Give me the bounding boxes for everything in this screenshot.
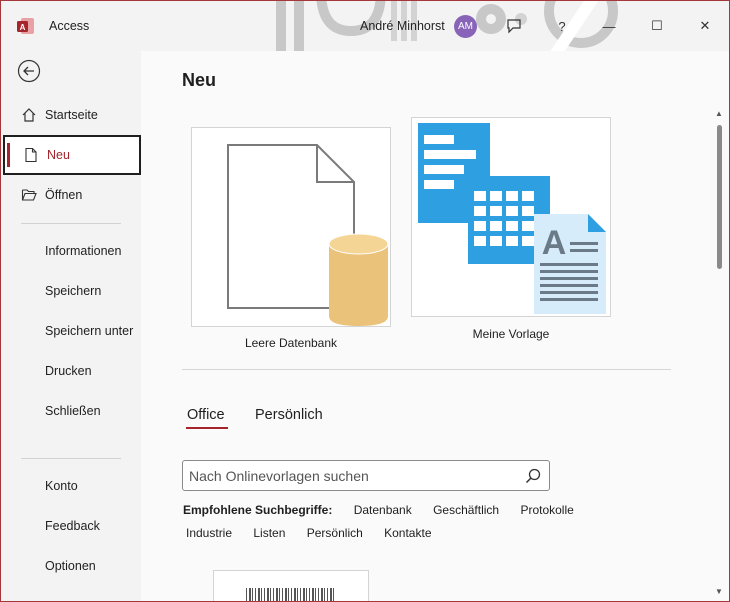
minimize-button[interactable]: —: [598, 15, 620, 37]
title-bar: A Access André Minhorst AM ? — ☐ ✕: [1, 1, 729, 51]
search-input[interactable]: [189, 467, 519, 485]
feedback-button[interactable]: [503, 15, 525, 37]
user-name[interactable]: André Minhorst: [360, 19, 445, 33]
template-card-my-template[interactable]: A: [411, 117, 611, 317]
sidebar-divider: [21, 223, 121, 224]
sidebar-item-label: Speichern unter: [45, 324, 134, 338]
template-label: Leere Datenbank: [244, 336, 338, 350]
main-panel: Neu Leere Datenbank A Meine Vorlage Offi…: [141, 51, 729, 601]
back-arrow-icon[interactable]: [17, 59, 41, 83]
tab-active-indicator: [186, 427, 228, 429]
suggestion-link[interactable]: Listen: [253, 526, 285, 540]
barcode-image: [246, 588, 336, 601]
tab-persoenlich[interactable]: Persönlich: [255, 407, 323, 423]
help-button[interactable]: ?: [551, 15, 573, 37]
access-logo-icon: A: [17, 18, 34, 34]
sidebar-item-label: Feedback: [45, 519, 100, 533]
home-icon: [22, 108, 36, 122]
section-divider: [182, 369, 671, 370]
sidebar-item-label: Drucken: [45, 364, 92, 378]
sidebar-item-neu[interactable]: Neu: [3, 135, 141, 175]
scrollbar-thumb[interactable]: [717, 125, 722, 269]
suggestion-link[interactable]: Datenbank: [354, 503, 412, 517]
search-icon[interactable]: [525, 468, 541, 484]
sidebar-item-label: Konto: [45, 479, 78, 493]
tab-office[interactable]: Office: [187, 407, 225, 423]
suggestion-link[interactable]: Industrie: [186, 526, 232, 540]
suggestion-link[interactable]: Kontakte: [384, 526, 431, 540]
sidebar-item-optionen[interactable]: Optionen: [3, 546, 141, 586]
comment-icon: [507, 19, 521, 34]
backstage-sidebar: Startseite Neu Öffnen Informationen Spei…: [1, 51, 141, 601]
close-icon: ✕: [699, 18, 711, 33]
blank-database-icon: [227, 144, 389, 326]
suggestion-link[interactable]: Protokolle: [520, 503, 573, 517]
avatar-initials: AM: [458, 21, 473, 32]
minimize-icon: —: [602, 18, 616, 34]
suggestion-link[interactable]: Persönlich: [307, 526, 363, 540]
sidebar-item-startseite[interactable]: Startseite: [3, 95, 141, 135]
sidebar-item-label: Informationen: [45, 244, 122, 258]
sidebar-item-oeffnen[interactable]: Öffnen: [3, 175, 141, 215]
sidebar-item-feedback[interactable]: Feedback: [3, 506, 141, 546]
template-label: Meine Vorlage: [472, 327, 550, 341]
folder-open-icon: [21, 189, 37, 201]
suggested-searches-row: Industrie Listen Persönlich Kontakte: [186, 526, 450, 540]
close-button[interactable]: ✕: [694, 15, 716, 37]
sidebar-item-speichern[interactable]: Speichern: [3, 271, 141, 311]
scroll-up-icon[interactable]: ▲: [715, 109, 723, 118]
new-file-icon: [25, 147, 37, 163]
suggested-searches-row: Empfohlene Suchbegriffe: Datenbank Gesch…: [183, 503, 592, 517]
sidebar-item-speichern-unter[interactable]: Speichern unter: [3, 311, 141, 351]
sidebar-item-konto[interactable]: Konto: [3, 466, 141, 506]
sidebar-item-label: Speichern: [45, 284, 102, 298]
custom-template-icon: A: [418, 123, 606, 314]
sidebar-item-label: Öffnen: [45, 188, 83, 202]
scroll-down-icon[interactable]: ▼: [715, 587, 723, 596]
help-icon: ?: [558, 18, 566, 34]
sidebar-item-schliessen[interactable]: Schließen: [3, 391, 141, 431]
avatar[interactable]: AM: [454, 15, 477, 38]
online-template-search[interactable]: [182, 460, 550, 491]
access-window: A Access André Minhorst AM ? — ☐ ✕ Start…: [0, 0, 730, 602]
suggestion-link[interactable]: Geschäftlich: [433, 503, 499, 517]
sidebar-item-label: Startseite: [45, 108, 98, 122]
sidebar-item-label: Optionen: [45, 559, 96, 573]
svg-text:A: A: [542, 224, 567, 262]
sidebar-item-label: Neu: [47, 148, 70, 162]
online-template-thumbnail[interactable]: [213, 570, 369, 601]
suggested-searches-heading: Empfohlene Suchbegriffe:: [183, 503, 333, 517]
maximize-icon: ☐: [651, 18, 663, 33]
svg-text:A: A: [20, 23, 26, 32]
page-title: Neu: [182, 70, 217, 90]
sidebar-item-label: Schließen: [45, 404, 101, 418]
maximize-button[interactable]: ☐: [646, 15, 668, 37]
vertical-scrollbar[interactable]: ▲ ▼: [713, 109, 725, 601]
sidebar-divider: [21, 458, 121, 459]
app-title: Access: [49, 19, 90, 33]
sidebar-item-informationen[interactable]: Informationen: [3, 231, 141, 271]
template-card-blank-database[interactable]: [191, 127, 391, 327]
sidebar-item-drucken[interactable]: Drucken: [3, 351, 141, 391]
